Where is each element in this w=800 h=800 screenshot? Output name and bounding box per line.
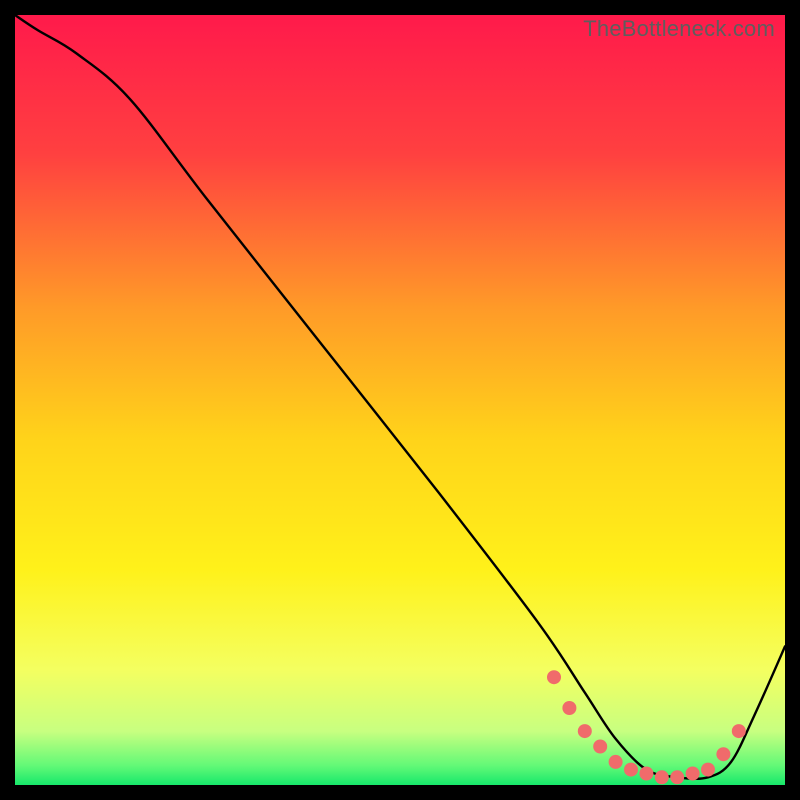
heat-gradient-background: [15, 15, 785, 785]
highlight-dot: [562, 701, 576, 715]
highlight-dot: [593, 740, 607, 754]
highlight-dot: [701, 763, 715, 777]
highlight-dot: [624, 763, 638, 777]
highlight-dot: [639, 767, 653, 781]
watermark-label: TheBottleneck.com: [583, 16, 775, 42]
bottleneck-chart: [15, 15, 785, 785]
highlight-dot: [716, 747, 730, 761]
highlight-dot: [547, 670, 561, 684]
highlight-dot: [670, 770, 684, 784]
highlight-dot: [609, 755, 623, 769]
highlight-dot: [686, 767, 700, 781]
highlight-dot: [655, 770, 669, 784]
highlight-dot: [578, 724, 592, 738]
chart-frame: TheBottleneck.com: [15, 15, 785, 785]
highlight-dot: [732, 724, 746, 738]
